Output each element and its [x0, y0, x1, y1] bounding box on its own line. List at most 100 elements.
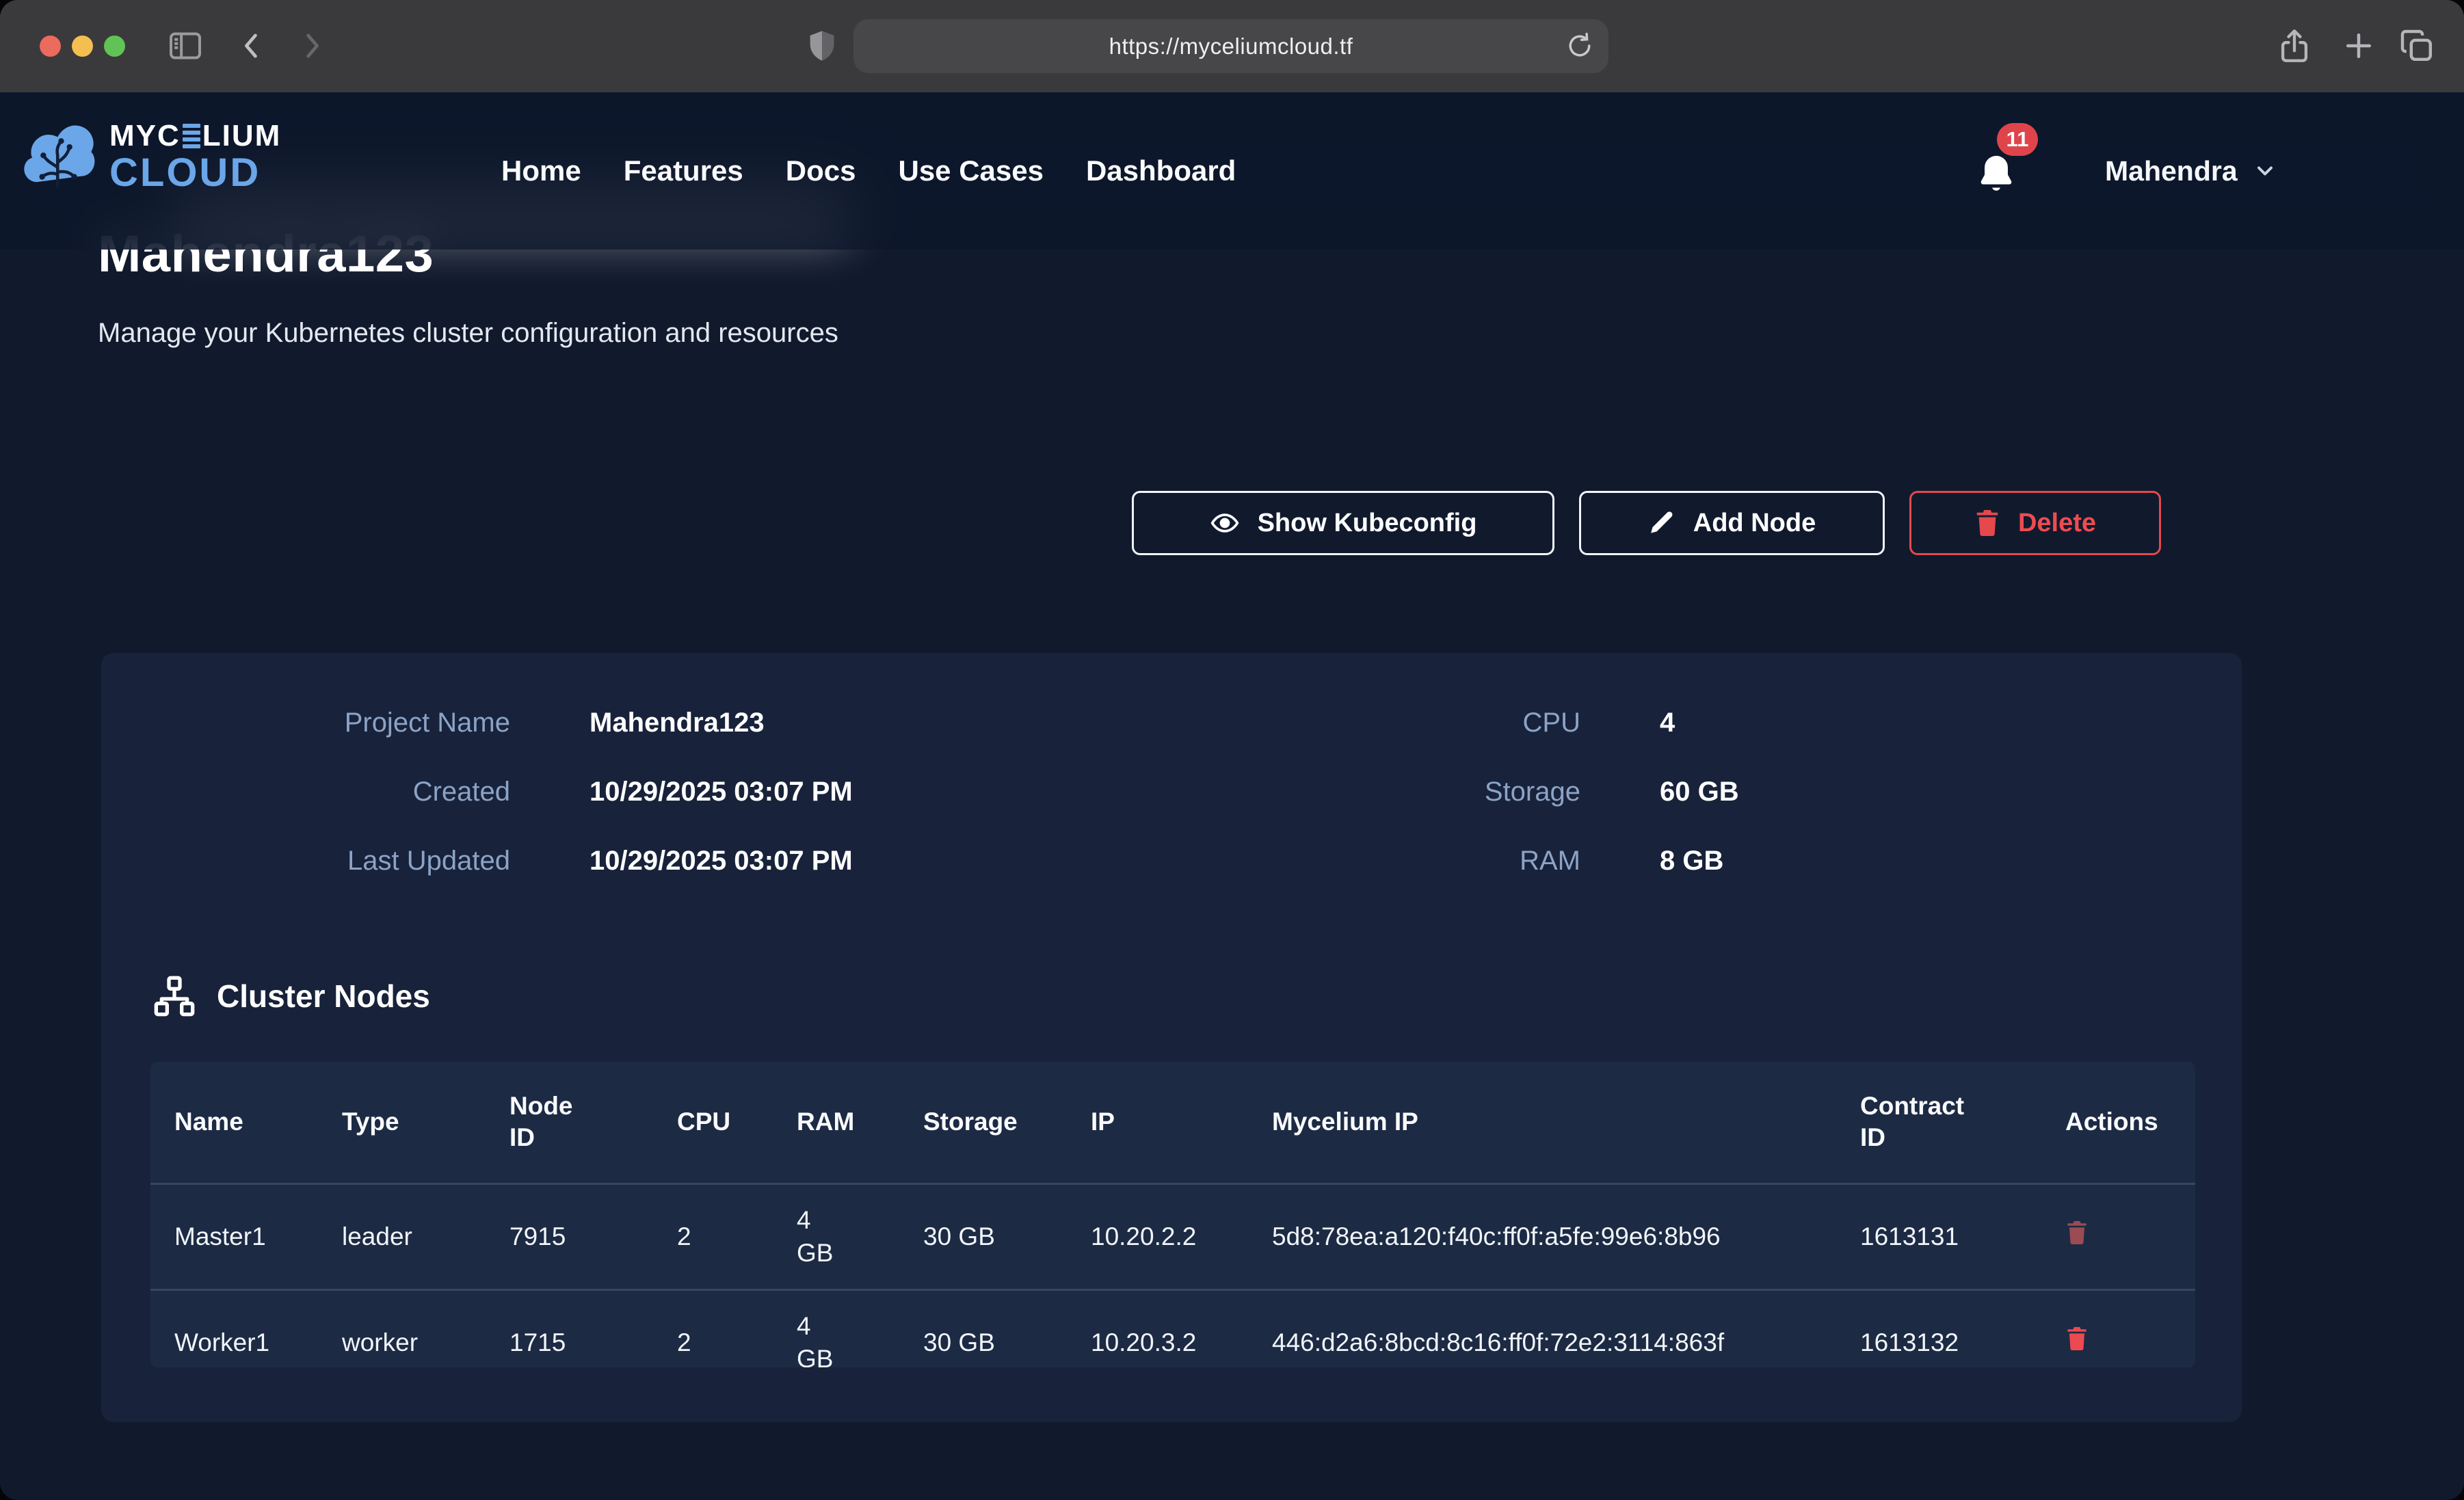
nav-use-cases[interactable]: Use Cases [898, 155, 1043, 187]
tab-overview-icon[interactable] [2398, 27, 2436, 65]
zoom-icon[interactable] [104, 36, 125, 57]
table-row: Worker1 worker 1715 2 4 GB 30 GB 10.20.3… [150, 1289, 2195, 1367]
sidebar-icon[interactable] [166, 27, 204, 65]
col-contract-id: Contract ID [1836, 1062, 2041, 1183]
pencil-icon [1648, 509, 1675, 537]
close-icon[interactable] [40, 36, 61, 57]
info-label: Created [101, 777, 510, 807]
logo[interactable]: MYCLIUM CLOUD [21, 120, 281, 193]
nav-links: Home Features Docs Use Cases Dashboard [501, 92, 1236, 250]
col-name: Name [150, 1062, 318, 1183]
col-ram: RAM [773, 1062, 899, 1183]
info-label: CPU [1171, 708, 1580, 738]
cell-storage: 30 GB [899, 1183, 1067, 1289]
cell-type: worker [318, 1289, 486, 1367]
site-navbar: MYCLIUM CLOUD Home Features Docs Use Cas… [0, 92, 2464, 250]
cluster-actions: Show Kubeconfig Add Node Delete [1132, 491, 2161, 555]
cluster-details: Project Name Mahendra123 Created 10/29/2… [101, 708, 2242, 876]
col-node-id: Node ID [486, 1062, 653, 1183]
cell-name: Master1 [150, 1183, 318, 1289]
user-menu[interactable]: Mahendra [2105, 92, 2277, 250]
cluster-nodes-heading: Cluster Nodes [153, 974, 430, 1018]
notifications-bell[interactable]: 11 [1974, 152, 2022, 200]
info-value: 10/29/2025 03:07 PM [589, 846, 1171, 876]
cell-ip: 10.20.2.2 [1067, 1183, 1248, 1289]
logo-cloud-icon [21, 120, 97, 193]
col-cpu: CPU [653, 1062, 773, 1183]
details-right: CPU 4 Storage 60 GB RAM 8 GB [1171, 708, 2242, 876]
add-node-button[interactable]: Add Node [1579, 491, 1885, 555]
table-header-row: Name Type Node ID CPU RAM Storage IP Myc… [150, 1062, 2195, 1183]
table-row: Master1 leader 7915 2 4 GB 30 GB 10.20.2… [150, 1183, 2195, 1289]
cell-storage: 30 GB [899, 1289, 1067, 1367]
cell-actions [2041, 1289, 2195, 1367]
trash-icon [1974, 509, 2000, 537]
info-label: RAM [1171, 846, 1580, 876]
info-row-created: Created 10/29/2025 03:07 PM [101, 777, 1171, 807]
info-row-cpu: CPU 4 [1171, 708, 2242, 738]
details-left: Project Name Mahendra123 Created 10/29/2… [101, 708, 1171, 876]
info-value: 10/29/2025 03:07 PM [589, 777, 1171, 807]
info-row-project-name: Project Name Mahendra123 [101, 708, 1171, 738]
cell-node-id: 7915 [486, 1183, 653, 1289]
logo-line2: CLOUD [109, 153, 281, 193]
info-value: 8 GB [1660, 846, 2242, 876]
delete-node-button[interactable] [2065, 1220, 2089, 1248]
shield-icon [804, 28, 840, 64]
delete-cluster-button[interactable]: Delete [1909, 491, 2161, 555]
col-ip: IP [1067, 1062, 1248, 1183]
info-label: Project Name [101, 708, 510, 738]
share-icon[interactable] [2275, 26, 2314, 66]
cell-ram: 4 GB [773, 1289, 899, 1367]
info-value: 4 [1660, 708, 2242, 738]
bell-icon [1974, 152, 2019, 200]
eye-icon [1210, 508, 1240, 538]
browser-chrome: https://myceliumcloud.tf [0, 0, 2464, 92]
cell-name: Worker1 [150, 1289, 318, 1367]
trash-icon [2065, 1326, 2089, 1352]
nav-docs[interactable]: Docs [786, 155, 856, 187]
cell-cpu: 2 [653, 1289, 773, 1367]
logo-e-bars [183, 124, 200, 148]
cell-mycelium-ip: 446:d2a6:8bcd:8c16:ff0f:72e2:3114:863f [1248, 1289, 1836, 1367]
info-value: Mahendra123 [589, 708, 1171, 738]
page-subtitle: Manage your Kubernetes cluster configura… [98, 318, 838, 349]
forward-icon[interactable] [294, 28, 330, 64]
site-content: Mahendra123 [0, 92, 2464, 1500]
refresh-icon[interactable] [1565, 31, 1595, 61]
info-row-ram: RAM 8 GB [1171, 846, 2242, 876]
info-row-storage: Storage 60 GB [1171, 777, 2242, 807]
delete-node-button[interactable] [2065, 1326, 2089, 1354]
network-icon [153, 974, 196, 1018]
cell-contract-id: 1613132 [1836, 1289, 2041, 1367]
logo-line1: MYCLIUM [109, 121, 281, 151]
show-kubeconfig-button[interactable]: Show Kubeconfig [1132, 491, 1554, 555]
back-icon[interactable] [234, 28, 269, 64]
cell-ram: 4 GB [773, 1183, 899, 1289]
nav-home[interactable]: Home [501, 155, 581, 187]
minimize-icon[interactable] [72, 36, 93, 57]
new-tab-icon[interactable] [2340, 27, 2377, 64]
cell-actions [2041, 1183, 2195, 1289]
cluster-nodes-title: Cluster Nodes [217, 978, 430, 1015]
col-type: Type [318, 1062, 486, 1183]
cell-type: leader [318, 1183, 486, 1289]
col-actions: Actions [2041, 1062, 2195, 1183]
info-label: Storage [1171, 777, 1580, 807]
nodes-table: Name Type Node ID CPU RAM Storage IP Myc… [150, 1062, 2195, 1367]
trash-icon [2065, 1220, 2089, 1246]
logo-text: MYCLIUM CLOUD [109, 121, 281, 193]
notification-badge: 11 [1997, 123, 2038, 156]
cell-ip: 10.20.3.2 [1067, 1289, 1248, 1367]
info-value: 60 GB [1660, 777, 2242, 807]
traffic-lights [40, 36, 125, 57]
url-text: https://myceliumcloud.tf [1109, 34, 1353, 59]
nav-features[interactable]: Features [624, 155, 743, 187]
cell-cpu: 2 [653, 1183, 773, 1289]
browser-window: https://myceliumcloud.tf Mahendra123 [0, 0, 2464, 1500]
address-bar[interactable]: https://myceliumcloud.tf [853, 19, 1608, 73]
nav-dashboard[interactable]: Dashboard [1086, 155, 1236, 187]
cell-node-id: 1715 [486, 1289, 653, 1367]
user-name: Mahendra [2105, 155, 2238, 187]
col-storage: Storage [899, 1062, 1067, 1183]
